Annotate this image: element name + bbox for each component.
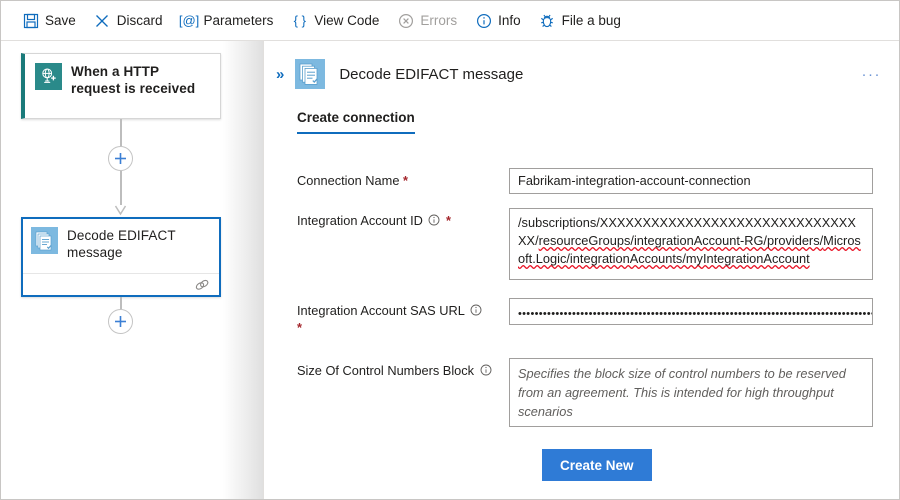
collapse-panel-icon[interactable]: » [276,67,284,82]
panel-tabs: Create connection [264,109,899,134]
panel-more-menu-icon[interactable]: ··· [858,67,886,82]
action-node-header: Decode EDIFACT message [23,219,219,273]
connector-line-1 [120,119,122,146]
connection-link-icon[interactable] [194,277,210,293]
info-button[interactable]: Info [466,6,530,36]
view-code-button[interactable]: { } View Code [282,6,388,36]
tab-create-connection[interactable]: Create connection [297,110,415,134]
file-a-bug-button[interactable]: File a bug [530,6,630,36]
panel-header: » Decode EDIFACT message ··· [264,41,899,93]
form-row-integration-account-id: Integration Account ID * /subscriptions/… [297,208,899,280]
form-row-sas-url: Integration Account SAS URL * ••••••••••… [297,298,899,336]
parameters-button[interactable]: [@] Parameters [172,6,283,36]
errors-button: Errors [388,6,466,36]
sas-url-input[interactable]: ••••••••••••••••••••••••••••••••••••••••… [509,298,873,325]
action-node-title: Decode EDIFACT message [67,228,176,260]
connection-name-label-text: Connection Name [297,173,400,188]
discard-label: Discard [116,13,163,28]
discard-button[interactable]: Discard [85,6,172,36]
form-row-control-numbers-block: Size Of Control Numbers Block Specifies … [297,358,899,427]
info-circle-icon[interactable] [428,214,440,226]
panel-title: Decode EDIFACT message [339,65,524,83]
trigger-node-title: When a HTTP request is received [71,64,196,96]
control-numbers-block-label: Size Of Control Numbers Block [297,358,509,427]
curly-braces-icon: { } [293,13,306,28]
save-icon [22,12,39,29]
http-request-globe-icon [35,63,62,90]
control-numbers-block-input[interactable]: Specifies the block size of control numb… [509,358,873,427]
action-details-panel: » Decode EDIFACT message ··· Create conn… [263,41,899,499]
bug-icon [539,12,556,29]
edifact-documents-icon [31,227,58,254]
integration-account-id-input[interactable]: /subscriptions/XXXXXXXXXXXXXXXXXXXXXXXXX… [509,208,873,280]
view-code-label: View Code [314,13,380,28]
connection-name-label: Connection Name * [297,168,509,194]
info-circle-icon[interactable] [480,364,492,376]
workflow-node-decode-edifact[interactable]: Decode EDIFACT message [21,217,221,297]
errors-label: Errors [420,13,458,28]
workflow-canvas[interactable]: When a HTTP request is received Decode E… [1,41,263,499]
error-circle-icon [397,12,414,29]
sas-url-label-text: Integration Account SAS URL [297,303,465,318]
workflow-node-http-trigger[interactable]: When a HTTP request is received [21,53,221,119]
edifact-documents-icon [295,59,326,89]
control-numbers-block-label-text: Size Of Control Numbers Block [297,363,475,378]
required-asterisk: * [403,173,408,188]
action-node-footer [23,273,219,295]
add-action-button-2[interactable] [108,309,133,334]
integration-account-id-label: Integration Account ID * [297,208,509,280]
connector-line-3 [120,297,122,309]
form-actions: Create New [297,449,899,481]
info-circle-icon [475,12,492,29]
save-label: Save [45,13,76,28]
connection-name-input[interactable]: Fabrikam-integration-account-connection [509,168,873,194]
create-new-button[interactable]: Create New [542,449,652,481]
required-asterisk: * [297,320,302,335]
logic-app-designer: Save Discard [@] Parameters { } View Cod… [0,0,900,500]
canvas-edge-shadow [223,41,263,499]
id-part-2: resourceGroups/integrationAccount-RG/pro… [538,233,824,248]
required-asterisk: * [446,213,452,228]
form-row-connection-name: Connection Name * Fabrikam-integration-a… [297,168,899,194]
add-action-button-1[interactable] [108,146,133,171]
save-button[interactable]: Save [13,6,85,36]
at-bracket-icon: [@] [178,13,200,28]
parameters-label: Parameters [203,13,274,28]
connector-line-2 [120,171,122,205]
close-x-icon [94,12,111,29]
info-label: Info [498,13,521,28]
integration-account-id-label-text: Integration Account ID [297,213,423,228]
command-toolbar: Save Discard [@] Parameters { } View Cod… [1,1,899,41]
file-a-bug-label: File a bug [561,13,621,28]
info-circle-icon[interactable] [470,304,482,316]
create-connection-form: Connection Name * Fabrikam-integration-a… [264,134,899,481]
sas-url-label: Integration Account SAS URL * [297,298,509,336]
